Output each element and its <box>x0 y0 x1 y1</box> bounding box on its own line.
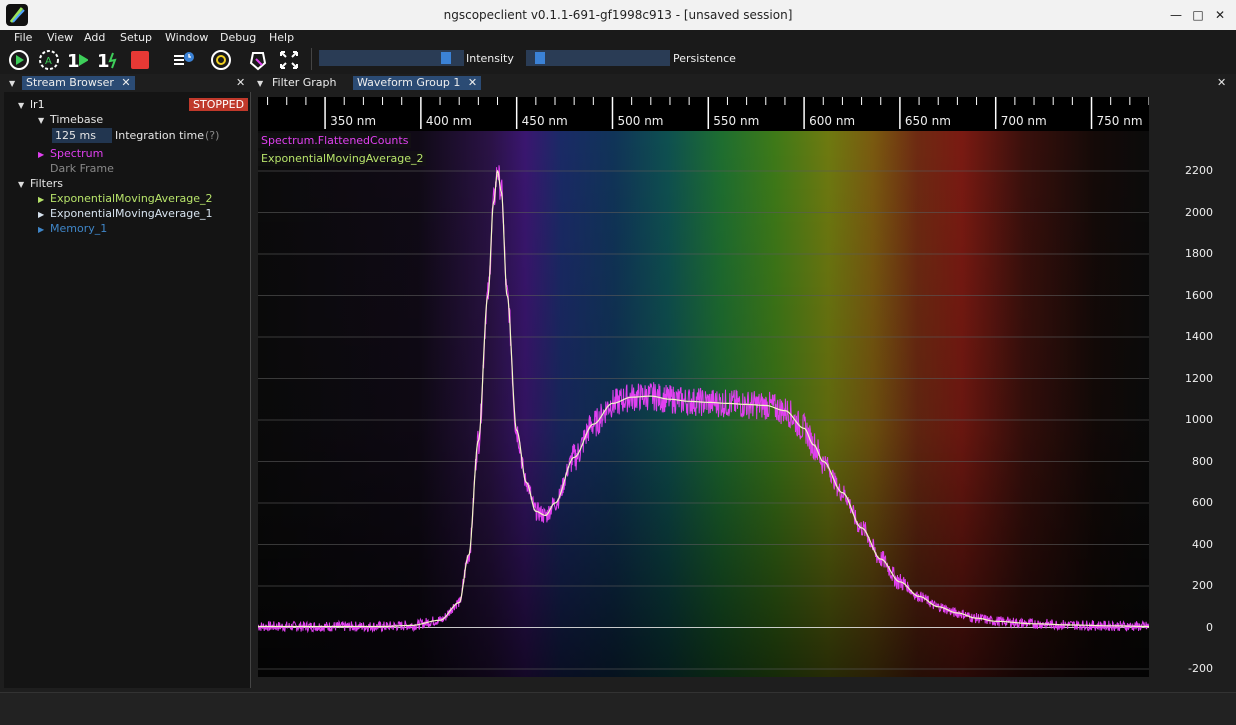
tab-stream-browser[interactable]: Stream Browser ✕ <box>22 76 135 90</box>
tabbar-menu-icon[interactable]: ▼ <box>9 79 15 88</box>
close-tab-icon[interactable]: ✕ <box>121 76 130 89</box>
y-tick-label: 1400 <box>1185 330 1213 343</box>
waveform-tabbar: ▼ Filter Graph Waveform Group 1 ✕ ✕ <box>252 74 1236 92</box>
y-tick-label: 1200 <box>1185 371 1213 385</box>
y-tick-label: 0 <box>1206 620 1213 634</box>
trigger-single-icon[interactable]: 1 <box>66 49 88 71</box>
settings-icon[interactable] <box>210 49 232 71</box>
stream-browser-panel: ▼ lr1 STOPPED ▼ Timebase 125 ms Integrat… <box>4 92 251 688</box>
expand-filters-icon[interactable]: ▼ <box>18 180 24 189</box>
svg-text:1: 1 <box>67 51 80 71</box>
x-tick-label: 450 nm <box>522 114 568 128</box>
expand-filter-icon[interactable]: ▶ <box>38 195 44 204</box>
instrument-name[interactable]: lr1 <box>30 98 45 111</box>
y-tick-label: 600 <box>1192 496 1213 509</box>
waveform-area[interactable]: 350 nm 400 nm 450 nm 500 nm 550 nm 600 nm 650 … <box>257 97 1150 677</box>
close-tab-icon[interactable]: ✕ <box>468 76 477 89</box>
clear-sweeps-icon[interactable] <box>247 49 269 71</box>
y-tick-label: 1800 <box>1185 247 1213 260</box>
spectrum-plot[interactable]: 350 nm 400 nm 450 nm 500 nm 550 nm 600 nm 650 … <box>257 97 1150 677</box>
x-tick-label: 600 nm <box>809 114 855 128</box>
intensity-slider-handle[interactable] <box>441 52 452 64</box>
svg-text:1: 1 <box>97 51 110 71</box>
trigger-auto-icon[interactable]: A <box>38 49 60 71</box>
menu-file[interactable]: File <box>14 31 32 44</box>
help-marker[interactable]: (?) <box>205 129 219 142</box>
y-tick-label: 2000 <box>1185 205 1213 219</box>
dark-frame-stream[interactable]: Dark Frame <box>50 162 114 175</box>
x-tick-label: 350 nm <box>330 114 376 128</box>
x-tick-label: 650 nm <box>905 114 951 128</box>
stream-browser-tabbar: ▼ Stream Browser ✕ ✕ <box>4 74 250 92</box>
history-icon[interactable] <box>172 49 194 71</box>
x-tick-label: 400 nm <box>426 114 472 128</box>
y-tick-label: 2200 <box>1185 164 1213 177</box>
menu-add[interactable]: Add <box>84 31 105 44</box>
filter-item[interactable]: Memory_1 <box>50 222 107 235</box>
tab-filter-graph[interactable]: Filter Graph <box>268 76 340 90</box>
tab-stream-browser-label: Stream Browser <box>26 76 114 89</box>
x-tick-label: 700 nm <box>1001 114 1047 128</box>
integration-time-label: Integration time <box>115 129 204 142</box>
integration-time-input[interactable]: 125 ms <box>52 128 112 143</box>
persistence-slider-handle[interactable] <box>534 52 545 64</box>
filter-item[interactable]: ExponentialMovingAverage_2 <box>50 192 212 205</box>
fullscreen-icon[interactable] <box>278 49 300 71</box>
filters-label[interactable]: Filters <box>30 177 63 190</box>
intensity-slider[interactable] <box>319 50 464 66</box>
minimize-icon[interactable]: — <box>1168 7 1184 23</box>
svg-text:A: A <box>45 56 52 67</box>
menu-view[interactable]: View <box>47 31 73 44</box>
y-tick-label: 200 <box>1192 579 1213 592</box>
maximize-icon[interactable]: □ <box>1190 7 1206 23</box>
filter-item[interactable]: ExponentialMovingAverage_1 <box>50 207 212 220</box>
ema-series-label[interactable]: ExponentialMovingAverage_2 <box>258 151 427 166</box>
persistence-slider[interactable] <box>526 50 670 66</box>
integration-time-value: 125 ms <box>55 129 96 142</box>
close-panel-icon[interactable]: ✕ <box>1217 76 1226 89</box>
menu-debug[interactable]: Debug <box>220 31 256 44</box>
persistence-label: Persistence <box>673 52 736 65</box>
trigger-force-icon[interactable]: 1 <box>96 49 118 71</box>
menu-help[interactable]: Help <box>269 31 294 44</box>
window-title: ngscopeclient v0.1.1-691-gf1998c913 - [u… <box>443 8 793 22</box>
spectrum-series-label[interactable]: Spectrum.FlattenedCounts <box>258 133 412 148</box>
menu-setup[interactable]: Setup <box>120 31 152 44</box>
y-tick-label: -200 <box>1188 662 1213 675</box>
menu-window[interactable]: Window <box>165 31 208 44</box>
x-tick-label: 550 nm <box>713 114 759 128</box>
expand-filter-icon[interactable]: ▶ <box>38 225 44 234</box>
tab-filter-graph-label: Filter Graph <box>272 76 337 89</box>
y-tick-label: 1000 <box>1185 413 1213 426</box>
y-tick-label: 800 <box>1192 454 1213 468</box>
expand-instrument-icon[interactable]: ▼ <box>18 101 24 110</box>
stop-icon[interactable] <box>131 51 149 69</box>
x-tick-label: 750 nm <box>1097 114 1143 128</box>
x-tick-label: 500 nm <box>617 114 663 128</box>
window-titlebar: ngscopeclient v0.1.1-691-gf1998c913 - [u… <box>0 0 1236 30</box>
toolbar: A 1 1 Intensity Persistence <box>0 46 1236 74</box>
close-panel-icon[interactable]: ✕ <box>236 76 245 89</box>
tabbar-menu-icon[interactable]: ▼ <box>257 79 263 88</box>
close-window-icon[interactable]: ✕ <box>1212 7 1228 23</box>
intensity-label: Intensity <box>466 52 514 65</box>
status-badge: STOPPED <box>189 98 249 111</box>
expand-spectrum-icon[interactable]: ▶ <box>38 150 44 159</box>
menu-bar: File View Add Setup Window Debug Help <box>0 30 1236 46</box>
tab-waveform-group-label: Waveform Group 1 <box>357 76 461 89</box>
expand-filter-icon[interactable]: ▶ <box>38 210 44 219</box>
y-tick-label: 1600 <box>1185 288 1213 302</box>
toolbar-divider <box>311 48 312 70</box>
status-bar <box>0 692 1236 725</box>
y-tick-label: 400 <box>1192 537 1213 551</box>
expand-timebase-icon[interactable]: ▼ <box>38 116 44 125</box>
timebase-label[interactable]: Timebase <box>50 113 103 126</box>
trigger-run-icon[interactable] <box>8 49 30 71</box>
tab-waveform-group[interactable]: Waveform Group 1 ✕ <box>353 76 482 90</box>
spectrum-stream[interactable]: Spectrum <box>50 147 103 160</box>
